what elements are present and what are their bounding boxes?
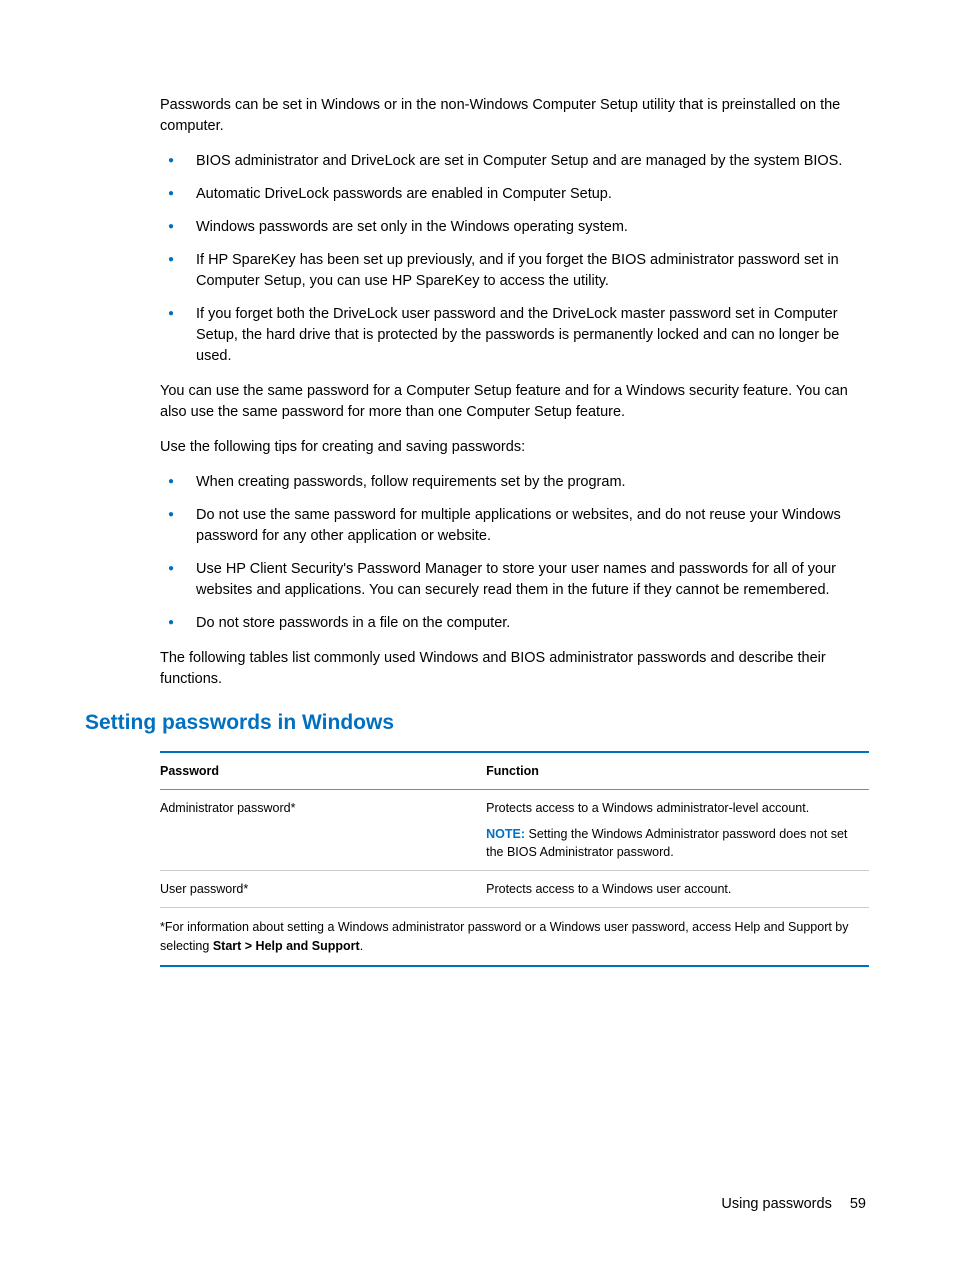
bullet-item: If HP SpareKey has been set up previousl…	[160, 250, 869, 292]
note-text: Setting the Windows Administrator passwo…	[486, 827, 847, 859]
table-cell-password: User password*	[160, 871, 486, 908]
paragraph-4: The following tables list commonly used …	[160, 648, 869, 690]
function-text: Protects access to a Windows administrat…	[486, 801, 809, 815]
note-label: NOTE:	[486, 827, 525, 841]
table-row: Administrator password* Protects access …	[160, 789, 869, 870]
table-row: User password* Protects access to a Wind…	[160, 871, 869, 908]
table-footnote: *For information about setting a Windows…	[160, 908, 869, 966]
bullet-item: Do not use the same password for multipl…	[160, 505, 869, 547]
paragraph-2: You can use the same password for a Comp…	[160, 381, 869, 423]
footnote-post: .	[360, 939, 363, 953]
table-header-function: Function	[486, 752, 869, 790]
footnote-bold: Start > Help and Support	[213, 939, 360, 953]
note-block: NOTE: Setting the Windows Administrator …	[486, 825, 863, 861]
bullet-list-2: When creating passwords, follow requirem…	[160, 472, 869, 634]
table-header-password: Password	[160, 752, 486, 790]
section-heading: Setting passwords in Windows	[85, 708, 869, 738]
bullet-item: Do not store passwords in a file on the …	[160, 613, 869, 634]
bullet-item: When creating passwords, follow requirem…	[160, 472, 869, 493]
footer-title: Using passwords	[721, 1196, 831, 1212]
table-cell-function: Protects access to a Windows user accoun…	[486, 871, 869, 908]
bullet-list-1: BIOS administrator and DriveLock are set…	[160, 151, 869, 367]
bullet-item: Automatic DriveLock passwords are enable…	[160, 184, 869, 205]
paragraph-3: Use the following tips for creating and …	[160, 437, 869, 458]
passwords-table: Password Function Administrator password…	[160, 751, 869, 967]
table-cell-password: Administrator password*	[160, 789, 486, 870]
page-footer: Using passwords 59	[721, 1194, 866, 1215]
bullet-item: If you forget both the DriveLock user pa…	[160, 304, 869, 367]
footer-page-number: 59	[850, 1196, 866, 1212]
intro-paragraph: Passwords can be set in Windows or in th…	[160, 95, 869, 137]
bullet-item: BIOS administrator and DriveLock are set…	[160, 151, 869, 172]
bullet-item: Windows passwords are set only in the Wi…	[160, 217, 869, 238]
table-cell-function: Protects access to a Windows administrat…	[486, 789, 869, 870]
bullet-item: Use HP Client Security's Password Manage…	[160, 559, 869, 601]
